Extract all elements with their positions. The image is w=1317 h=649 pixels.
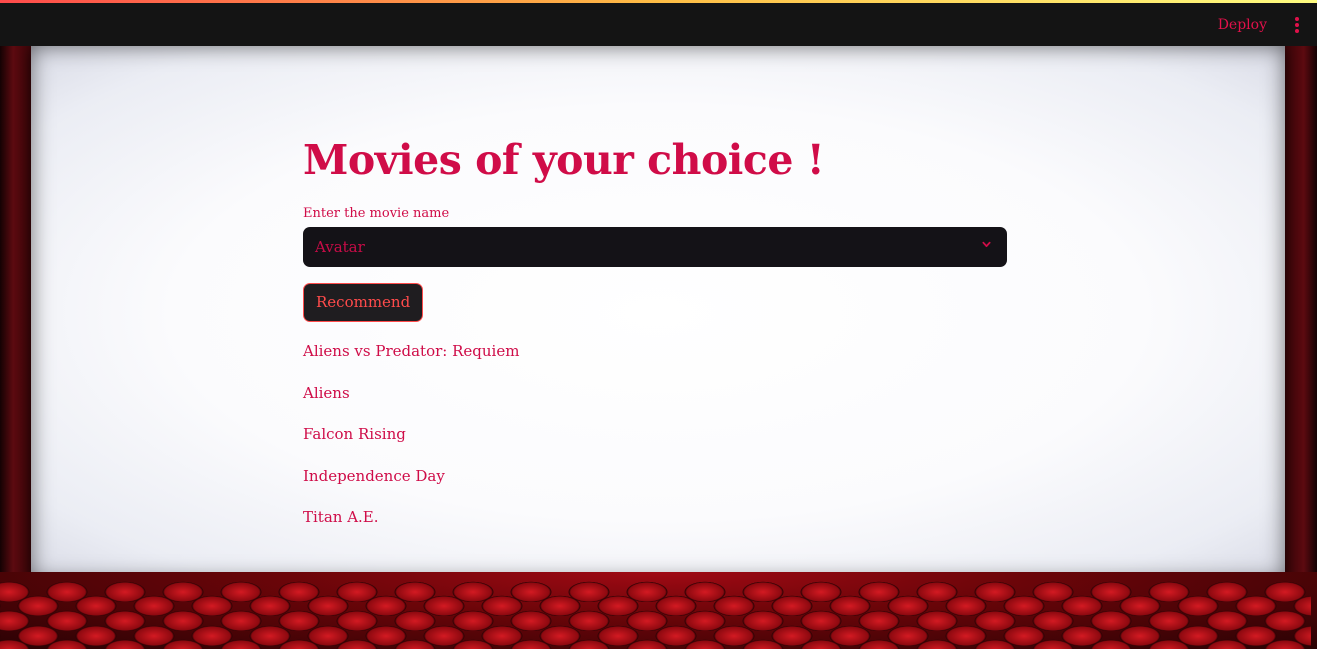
movie-select[interactable]: Avatar — [303, 227, 1007, 267]
recommendation-list: Aliens vs Predator: Requiem Aliens Falco… — [303, 341, 1007, 527]
list-item: Aliens vs Predator: Requiem — [303, 342, 520, 360]
page-title: Movies of your choice ! — [303, 136, 825, 184]
theatre-seats — [0, 572, 1317, 649]
list-item: Titan A.E. — [303, 508, 379, 526]
kebab-menu-icon[interactable] — [1294, 17, 1300, 33]
main-content: Movies of your choice ! Enter the movie … — [303, 134, 1007, 549]
top-bar: Deploy — [0, 0, 1317, 46]
movie-select-value: Avatar — [315, 238, 365, 256]
list-item: Independence Day — [303, 466, 445, 485]
movie-select-label: Enter the movie name — [303, 206, 450, 221]
list-item: Aliens — [303, 383, 350, 402]
deploy-button[interactable]: Deploy — [1218, 17, 1267, 33]
list-item: Falcon Rising — [303, 425, 406, 443]
chevron-down-icon — [982, 241, 991, 248]
recommend-button[interactable]: Recommend — [303, 283, 424, 322]
